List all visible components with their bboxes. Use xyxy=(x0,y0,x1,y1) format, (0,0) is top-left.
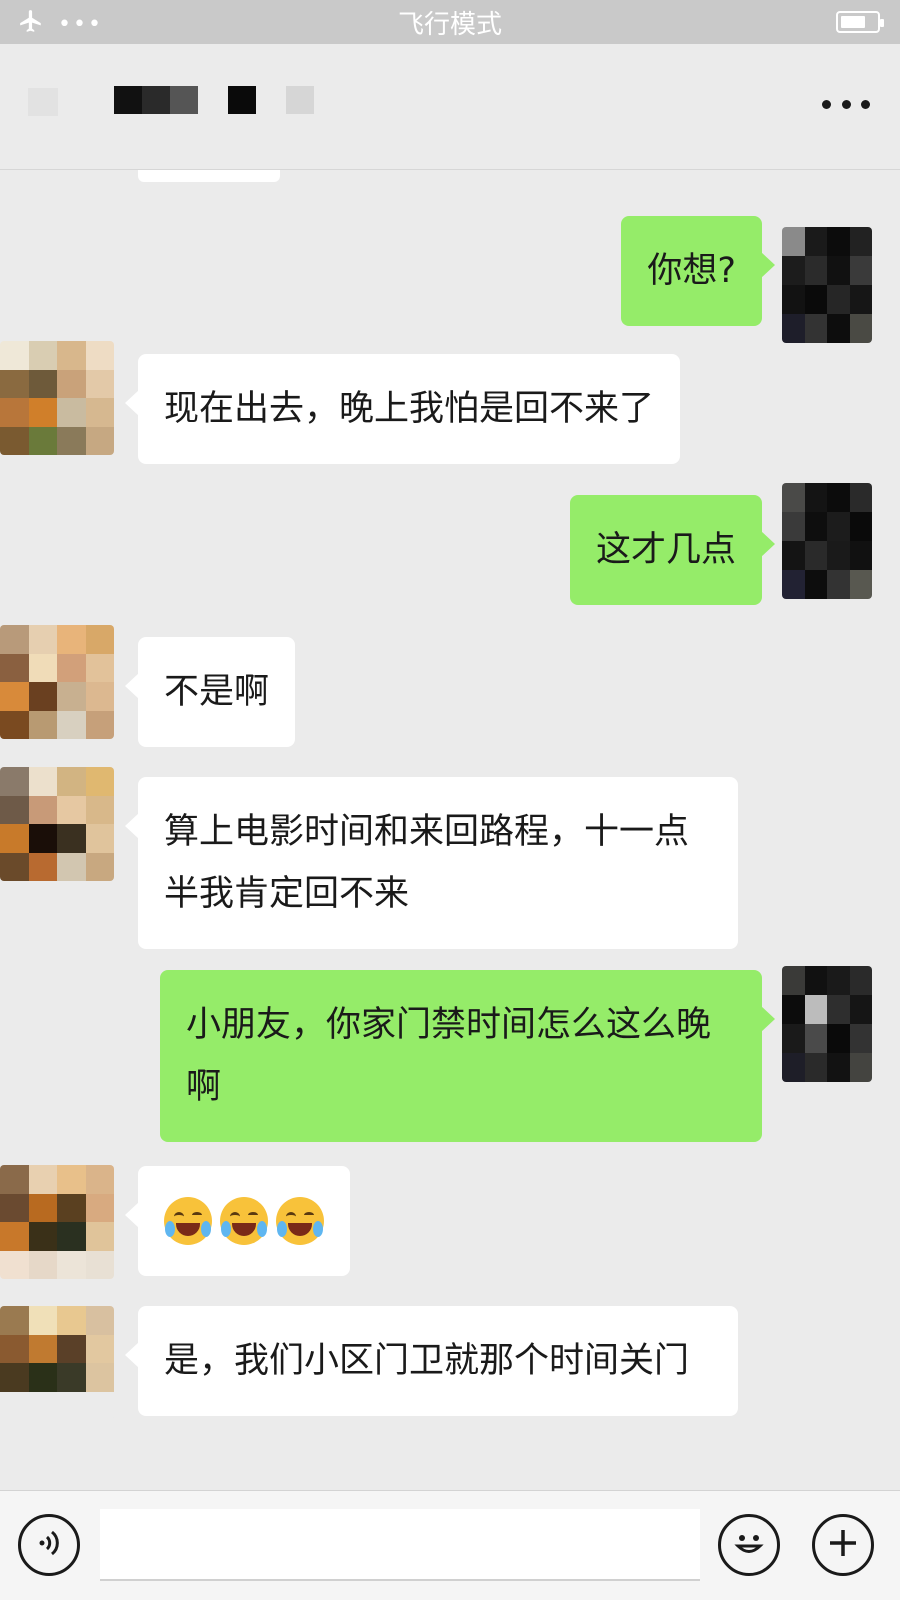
message-text: 不是啊 xyxy=(164,672,270,712)
message-text: 现在出去，晚上我怕是回不来了 xyxy=(164,389,655,429)
airplane-icon xyxy=(18,8,44,40)
message-list[interactable]: 你想? 现在出去，晚上我怕是回不来了 这才几点 不是啊 算上电影时间和来回路程， xyxy=(0,170,900,1490)
message-input[interactable] xyxy=(100,1509,700,1581)
message-text: 算上电影时间和来回路程，十一点半我肯定回不来 xyxy=(164,812,690,914)
smiley-icon xyxy=(727,1521,771,1569)
message-bubble-outgoing[interactable]: 小朋友，你家门禁时间怎么这么晚啊 xyxy=(160,970,775,1142)
message-bubble-outgoing[interactable]: 这才几点 xyxy=(569,495,776,605)
message-text: 是，我们小区门卫就那个时间关门 xyxy=(164,1341,690,1381)
message-text: 小朋友，你家门禁时间怎么这么晚啊 xyxy=(186,1005,712,1107)
message-bubble-incoming[interactable]: 不是啊 xyxy=(124,637,296,747)
signal-dots-icon: ••• xyxy=(58,11,103,37)
more-dot-icon xyxy=(861,99,870,109)
emoji-button[interactable] xyxy=(718,1514,780,1576)
contact-avatar[interactable] xyxy=(0,767,114,881)
message-bubble-outgoing[interactable]: 你想? xyxy=(621,216,775,326)
plus-icon xyxy=(825,1525,861,1565)
previous-message-stub xyxy=(138,170,280,182)
voice-button[interactable] xyxy=(18,1514,80,1576)
emoji-row xyxy=(164,1190,324,1252)
airplane-mode-label: 飞行模式 xyxy=(397,9,502,40)
message-bubble-incoming[interactable] xyxy=(125,1166,350,1276)
face-with-tears-of-joy-icon xyxy=(220,1197,268,1245)
message-text: 这才几点 xyxy=(595,530,736,570)
battery-icon xyxy=(836,11,884,33)
contact-avatar[interactable] xyxy=(0,625,114,739)
contact-avatar[interactable] xyxy=(0,341,114,455)
status-left: ••• xyxy=(18,8,103,40)
status-bar: ••• 飞行模式 xyxy=(0,0,900,44)
voice-icon xyxy=(32,1526,66,1564)
contact-name-pixelated xyxy=(28,86,314,116)
my-avatar[interactable] xyxy=(782,227,872,343)
my-avatar[interactable] xyxy=(782,483,872,599)
message-bubble-incoming[interactable]: 算上电影时间和来回路程，十一点半我肯定回不来 xyxy=(125,777,738,949)
more-functions-button[interactable] xyxy=(812,1514,874,1576)
more-dot-icon xyxy=(841,99,851,109)
message-bubble-incoming[interactable]: 现在出去，晚上我怕是回不来了 xyxy=(124,354,681,464)
message-bubble-incoming[interactable]: 是，我们小区门卫就那个时间关门 xyxy=(125,1306,738,1416)
message-text: 你想? xyxy=(647,251,736,291)
contact-avatar[interactable] xyxy=(0,1306,114,1420)
battery-fill xyxy=(841,16,865,28)
face-with-tears-of-joy-icon xyxy=(276,1197,324,1245)
more-dot-icon xyxy=(822,99,831,109)
more-options-button[interactable] xyxy=(822,96,870,112)
contact-avatar[interactable] xyxy=(0,1165,114,1279)
chat-header xyxy=(0,44,900,170)
my-avatar[interactable] xyxy=(782,966,872,1082)
face-with-tears-of-joy-icon xyxy=(164,1197,212,1245)
input-bar xyxy=(0,1490,900,1600)
